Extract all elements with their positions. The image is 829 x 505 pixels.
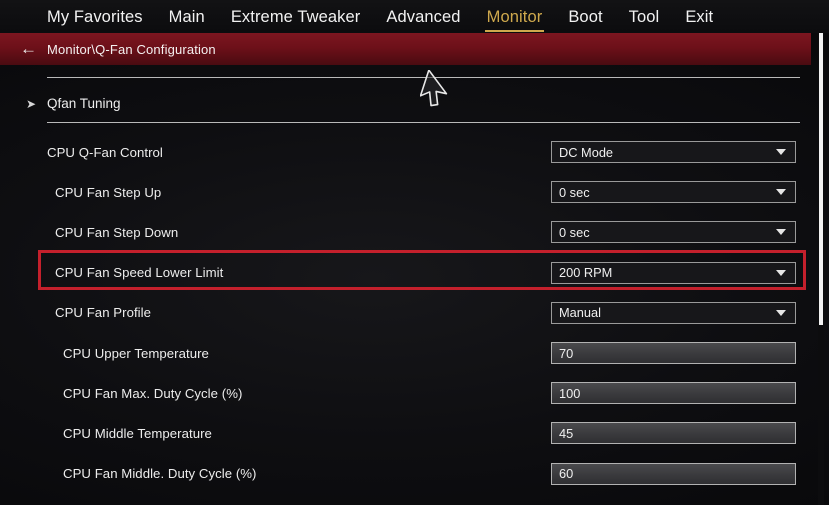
setting-dropdown[interactable]: DC Mode (551, 141, 796, 164)
menu-tab-boot[interactable]: Boot (555, 4, 615, 30)
setting-value-field[interactable]: 70 (551, 342, 796, 365)
menu-tab-exit[interactable]: Exit (672, 4, 726, 30)
chevron-down-icon[interactable] (776, 309, 786, 316)
bios-screen: My Favorites Main Extreme Tweaker Advanced M… (0, 0, 829, 505)
setting-dropdown[interactable]: 0 sec (551, 221, 796, 244)
setting-label: CPU Fan Speed Lower Limit (55, 265, 224, 281)
setting-label: CPU Upper Temperature (63, 345, 209, 361)
setting-value: 200 RPM (559, 265, 613, 281)
setting-label: CPU Fan Step Up (55, 184, 162, 200)
setting-dropdown[interactable]: 0 sec (551, 181, 796, 204)
setting-value: DC Mode (559, 144, 614, 160)
main-menu-bar: My Favorites Main Extreme Tweaker Advanced M… (0, 0, 829, 33)
chevron-down-icon[interactable] (776, 229, 786, 236)
menu-tab-extreme-tweaker[interactable]: Extreme Tweaker (218, 4, 374, 30)
setting-value: 45 (559, 425, 574, 441)
chevron-down-icon[interactable] (776, 189, 786, 196)
setting-label: CPU Fan Middle. Duty Cycle (%) (63, 466, 257, 482)
chevron-down-icon[interactable] (776, 269, 786, 276)
menu-tab-main[interactable]: Main (156, 4, 218, 30)
setting-row[interactable]: CPU Fan Max. Duty Cycle (%) 100 (0, 373, 811, 413)
setting-dropdown[interactable]: Manual (551, 301, 796, 324)
setting-value-field[interactable]: 100 (551, 382, 796, 405)
setting-row[interactable]: CPU Upper Temperature 70 (0, 333, 811, 373)
settings-panel: ➤ Qfan Tuning CPU Q-Fan Control DC Mode CP… (0, 65, 811, 505)
divider-top (47, 77, 800, 78)
submenu-item-qfan-tuning[interactable]: ➤ Qfan Tuning (0, 87, 811, 120)
settings-list: CPU Q-Fan Control DC Mode CPU Fan Step Up 0… (0, 132, 811, 494)
chevron-down-icon[interactable] (776, 149, 786, 156)
setting-row[interactable]: CPU Fan Middle. Duty Cycle (%) 60 (0, 454, 811, 494)
setting-label: CPU Fan Profile (55, 305, 152, 321)
menu-tab-advanced[interactable]: Advanced (373, 4, 473, 30)
setting-value: Manual (559, 305, 601, 321)
setting-value: 60 (559, 466, 574, 482)
divider-bottom (47, 122, 800, 123)
setting-value: 100 (559, 385, 581, 401)
setting-value-field[interactable]: 45 (551, 422, 796, 445)
breadcrumb-path: Monitor\Q-Fan Configuration (47, 41, 216, 57)
setting-row[interactable]: CPU Fan Step Up 0 sec (0, 172, 811, 212)
setting-label: CPU Fan Max. Duty Cycle (%) (63, 385, 243, 401)
setting-label: CPU Q-Fan Control (47, 144, 163, 160)
setting-value: 70 (559, 345, 574, 361)
setting-value: 0 sec (559, 224, 590, 240)
scrollbar-thumb[interactable] (819, 33, 823, 325)
setting-value-field[interactable]: 60 (551, 462, 796, 485)
menu-tab-my-favorites[interactable]: My Favorites (34, 4, 156, 30)
menu-tab-monitor[interactable]: Monitor (474, 4, 556, 32)
menu-tab-tool[interactable]: Tool (616, 4, 673, 30)
setting-dropdown[interactable]: 200 RPM (551, 261, 796, 284)
setting-row[interactable]: CPU Middle Temperature 45 (0, 413, 811, 453)
setting-value: 0 sec (559, 184, 590, 200)
setting-row[interactable]: CPU Fan Profile Manual (0, 293, 811, 333)
setting-label: CPU Middle Temperature (63, 425, 212, 441)
submenu-label: Qfan Tuning (47, 96, 121, 111)
breadcrumb-bar: ← Monitor\Q-Fan Configuration (0, 33, 811, 65)
setting-row[interactable]: CPU Fan Step Down 0 sec (0, 212, 811, 252)
setting-label: CPU Fan Step Down (55, 224, 179, 240)
back-arrow-icon[interactable]: ← (20, 40, 37, 57)
chevron-right-icon: ➤ (26, 96, 37, 111)
setting-row[interactable]: CPU Q-Fan Control DC Mode (0, 132, 811, 172)
setting-row[interactable]: CPU Fan Speed Lower Limit 200 RPM (0, 253, 811, 293)
